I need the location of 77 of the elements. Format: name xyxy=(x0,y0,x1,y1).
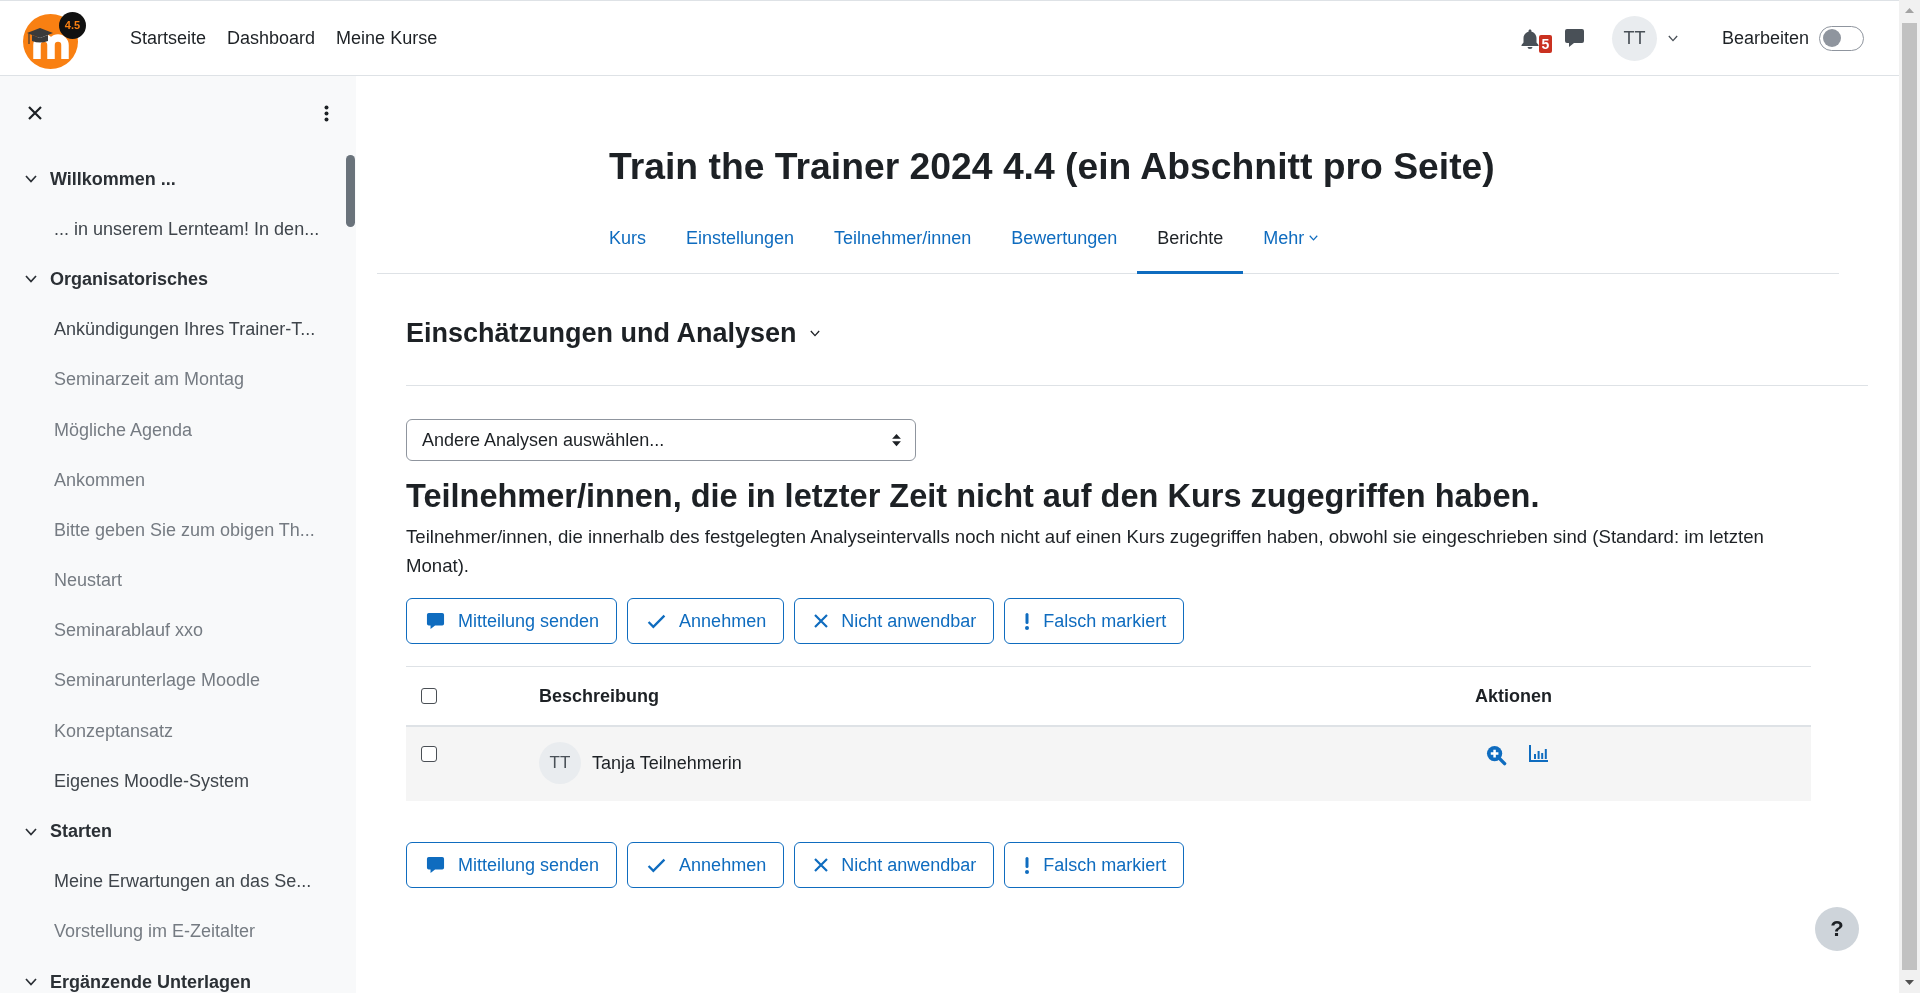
section-title[interactable]: Organisatorisches xyxy=(50,268,209,290)
caret-icon xyxy=(1309,235,1319,241)
edit-mode-switch[interactable] xyxy=(1819,25,1864,51)
section-title[interactable]: Starten xyxy=(50,821,112,843)
user-avatar[interactable]: TT xyxy=(1611,15,1657,61)
report-menu[interactable]: Einschätzungen und Analysen xyxy=(406,317,820,349)
user-avatar: TT xyxy=(539,742,581,784)
check-icon xyxy=(647,857,667,873)
action-button[interactable]: Annehmen xyxy=(627,598,785,644)
activity-link[interactable]: Meine Erwartungen an das Se... xyxy=(54,871,312,893)
chat-icon[interactable] xyxy=(1563,28,1585,48)
action-button[interactable]: Annehmen xyxy=(627,842,785,888)
course-title: Train the Trainer 2024 4.4 (ein Abschnitt pro Seite) xyxy=(608,144,1496,188)
close-icon xyxy=(814,614,829,628)
insight-description: Teilnehmer/innen, die innerhalb des festgelegten Analyseintervalls noch nicht auf einen Kurs zugegriffen haben, obwohl sie eingeschrieben sind (Standard: im letzten Monat). xyxy=(406,525,1765,578)
edit-mode-label: Bearbeiten xyxy=(1721,27,1809,49)
caret-icon xyxy=(1667,34,1678,42)
activity-link[interactable]: Vorstellung im E-Zeitalter xyxy=(54,921,256,943)
chevron-down-icon[interactable] xyxy=(25,275,37,284)
column-header: Beschreibung xyxy=(539,685,660,707)
activity-link[interactable]: Seminarzeit am Montag xyxy=(54,369,245,391)
activity-link[interactable]: Bitte geben Sie zum obigen Th... xyxy=(54,519,315,541)
nav-link[interactable]: Dashboard xyxy=(227,27,316,49)
tab[interactable]: Mehr xyxy=(1243,216,1339,274)
chevron-down-icon[interactable] xyxy=(25,978,37,987)
activity-link[interactable]: Eigenes Moodle-System xyxy=(54,770,250,792)
scrollbar-thumb[interactable] xyxy=(1902,23,1917,970)
insight-title: Teilnehmer/innen, die in letzter Zeit nicht auf den Kurs zugegriffen haben. xyxy=(406,477,1541,516)
action-button[interactable]: Nicht anwendbar xyxy=(794,842,995,888)
speech-bubble-icon xyxy=(426,856,445,874)
activity-link[interactable]: Ankommen xyxy=(54,469,146,491)
section-title[interactable]: Willkommen ... xyxy=(50,168,176,190)
activity-link[interactable]: Konzeptansatz xyxy=(54,720,174,742)
analysis-select[interactable]: Andere Analysen auswählen... xyxy=(406,419,916,461)
exclamation-icon xyxy=(1024,856,1031,874)
notification-badge: 5 xyxy=(1538,35,1552,53)
tab[interactable]: Teilnehmer/innen xyxy=(814,216,992,274)
scrollbar-thumb[interactable] xyxy=(346,155,355,227)
nav-link[interactable]: Meine Kurse xyxy=(336,27,438,49)
tab[interactable]: Einstellungen xyxy=(666,216,815,274)
speech-bubble-icon xyxy=(426,612,445,630)
tab[interactable]: Kurs xyxy=(589,216,666,274)
action-button[interactable]: Mitteilung senden xyxy=(406,598,618,644)
close-icon[interactable] xyxy=(28,106,42,120)
chevron-down-icon[interactable] xyxy=(25,827,37,836)
page-scrollbar[interactable] xyxy=(1899,0,1920,993)
bar-chart-icon[interactable] xyxy=(1529,745,1548,762)
version-badge: 4.5 xyxy=(59,11,86,39)
scroll-down-icon[interactable] xyxy=(1905,980,1914,985)
tab[interactable]: Bewertungen xyxy=(991,216,1138,274)
checkbox[interactable] xyxy=(421,688,437,704)
nav-link[interactable]: Startseite xyxy=(130,27,207,49)
activity-link[interactable]: Seminarunterlage Moodle xyxy=(54,670,261,692)
checkbox[interactable] xyxy=(421,746,437,762)
caret-icon xyxy=(809,329,820,337)
help-button[interactable]: ? xyxy=(1815,907,1859,951)
column-header: Aktionen xyxy=(1475,685,1552,707)
user-name: Tanja Teilnehmerin xyxy=(592,752,742,774)
activity-link[interactable]: Mögliche Agenda xyxy=(54,419,193,441)
action-button[interactable]: Nicht anwendbar xyxy=(794,598,995,644)
close-icon xyxy=(814,858,829,872)
bell-icon[interactable] xyxy=(1519,27,1540,49)
more-menu-icon[interactable] xyxy=(324,104,329,122)
exclamation-icon xyxy=(1024,612,1031,630)
activity-link[interactable]: ... in unserem Lernteam! In den... xyxy=(54,218,320,240)
check-icon xyxy=(647,613,667,629)
action-button[interactable]: Mitteilung senden xyxy=(406,842,618,888)
action-button[interactable]: Falsch markiert xyxy=(1004,842,1185,888)
zoom-in-icon[interactable] xyxy=(1486,745,1507,766)
sort-arrows-icon xyxy=(892,433,901,447)
tab[interactable]: Berichte xyxy=(1137,216,1244,274)
activity-link[interactable]: Neustart xyxy=(54,570,123,592)
action-button[interactable]: Falsch markiert xyxy=(1004,598,1185,644)
activity-link[interactable]: Seminarablauf xxo xyxy=(54,620,204,642)
chevron-down-icon[interactable] xyxy=(25,175,37,184)
section-title[interactable]: Ergänzende Unterlagen xyxy=(50,971,252,993)
activity-link[interactable]: Ankündigungen Ihres Trainer-T... xyxy=(54,319,316,341)
